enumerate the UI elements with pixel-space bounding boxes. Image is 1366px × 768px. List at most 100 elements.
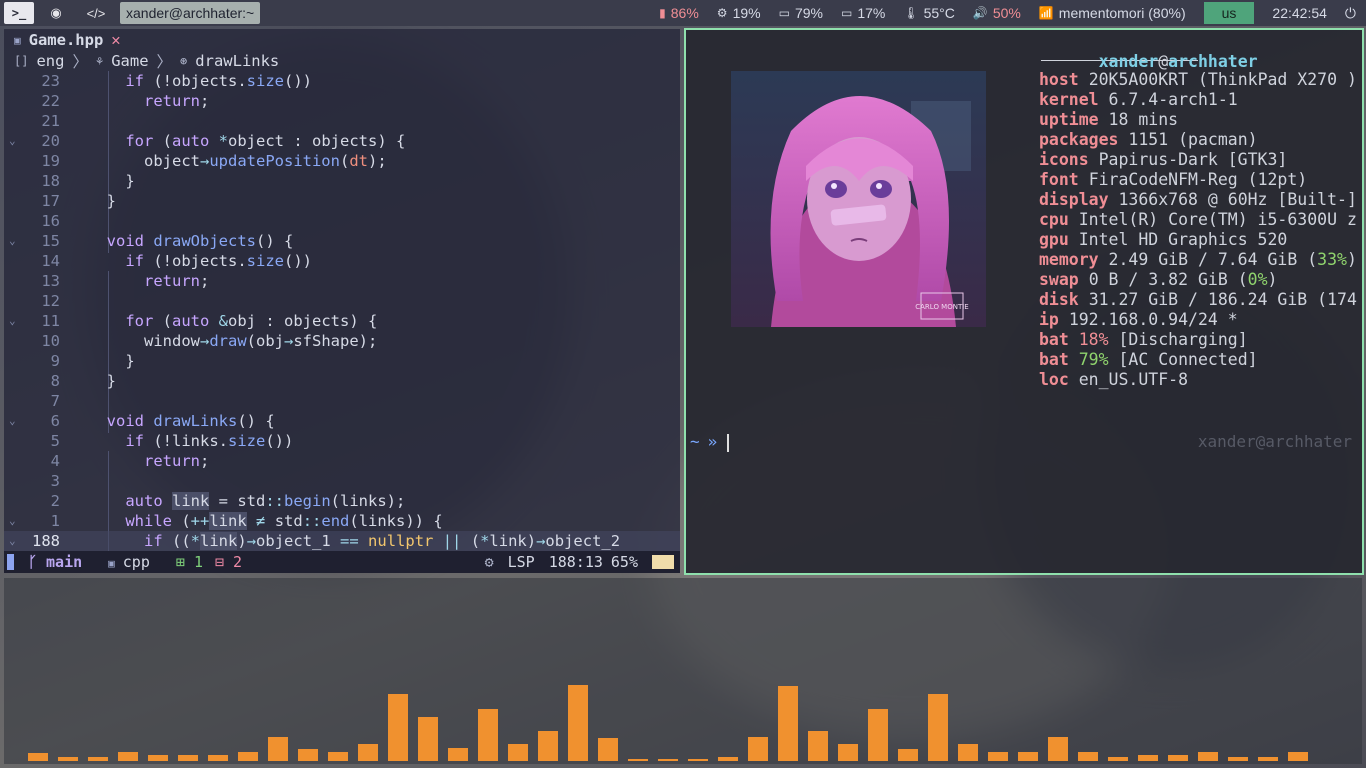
shell-prompt[interactable]: ~» [690,432,730,452]
stat-value: 19% [732,5,761,21]
info-key: disk [1039,290,1079,309]
line-number: 11 [41,312,60,330]
editor-window[interactable]: ▣ Game.hpp ✕ [] eng 〉 ⚘ Game 〉 ⊛ drawLin… [4,29,680,573]
visualizer-bar [88,757,108,761]
line-number: 13 [41,272,60,290]
fold-chevron-icon[interactable]: ⌄ [9,531,16,551]
fold-chevron-icon[interactable]: ⌄ [9,511,16,531]
stat-wifi[interactable]: 📶 mementomori (80%) [1039,5,1186,21]
stat-memory[interactable]: ▮ 86% [659,5,699,21]
info-key: loc [1039,370,1069,389]
fold-chevron-icon[interactable]: ⌄ [9,131,16,151]
fold-chevron-icon[interactable]: ⌄ [9,231,16,251]
current-code-line[interactable]: ⌄ 188 if ((*link)→object_1 == nullptr || … [4,531,680,551]
info-value: en_US.UTF-8 [1078,370,1189,389]
code-line[interactable]: ⌄ 15 void drawObjects() { [4,231,680,251]
stat-temperature[interactable]: 🌡 55°C [903,5,955,21]
visualizer-bar [1288,752,1308,761]
visualizer-bar [838,744,858,761]
window-title[interactable]: xander@archhater:~ [120,2,261,24]
code-line[interactable]: ⌄ 6 void drawLinks() { [4,411,680,431]
code-line[interactable]: 5 if (!links.size()) [4,431,680,451]
visualizer-bar [1048,737,1068,761]
line-number: 9 [50,352,60,370]
code-text: return; [144,92,210,110]
code-line[interactable]: 21 [4,111,680,131]
code-line[interactable]: 10 window→draw(obj→sfShape); [4,331,680,351]
power-icon[interactable]: ⏻ [1345,5,1356,22]
code-line[interactable]: 18 } [4,171,680,191]
info-row-uptime: uptime 18 mins [1039,110,1364,130]
stat-volume[interactable]: 🔊 50% [973,5,1021,21]
stat-battery2[interactable]: ▭ 17% [841,5,885,21]
code-text: while (++link ≠ std::end(links)) { [125,512,443,530]
info-key: font [1039,170,1079,189]
info-row-packages: packages 1151 (pacman) [1039,130,1364,150]
code-line[interactable]: 17 } [4,191,680,211]
code-line[interactable]: 14 if (!objects.size()) [4,251,680,271]
info-key: host [1039,70,1079,89]
stat-cpu[interactable]: ⚙ 19% [717,5,761,21]
code-line[interactable]: ⌄ 11 for (auto &obj : objects) { [4,311,680,331]
code-line[interactable]: 8 } [4,371,680,391]
code-line[interactable]: ⌄ 1 while (++link ≠ std::end(links)) { [4,511,680,531]
code-line[interactable]: 22 return; [4,91,680,111]
code-text: for (auto &obj : objects) { [125,312,378,330]
code-area[interactable]: 23 if (!objects.size()) 22 return; 21 ⌄ 20 f… [4,71,680,553]
thermometer-icon: 🌡 [903,6,919,20]
battery-icon: ▭ [840,6,853,20]
code-line[interactable]: 19 object→updatePosition(dt); [4,151,680,171]
code-line[interactable]: 7 [4,391,680,411]
battery-icon: ▭ [778,6,790,20]
fold-chevron-icon[interactable]: ⌄ [9,411,16,431]
terminal-window[interactable]: CARLO MONTIE xander@archhater host 20K5A… [684,28,1364,575]
info-row-ip: ip 192.168.0.94/24 * [1039,310,1364,330]
code-line[interactable]: 9 } [4,351,680,371]
stat-value: 86% [670,5,699,21]
info-row-kernel: kernel 6.7.4-arch1-1 [1039,90,1364,110]
ascii-art-image: CARLO MONTIE [731,71,986,327]
terminal-launcher-icon[interactable]: >_ [4,2,34,24]
browser-icon[interactable]: ◉ [38,2,74,24]
breadcrumb-item[interactable]: eng [36,52,64,70]
audio-visualizer [4,578,1362,764]
code-line[interactable]: 12 [4,291,680,311]
visualizer-bar [568,685,588,761]
info-key: display [1039,190,1109,209]
code-text: } [88,352,135,370]
code-editor-icon[interactable]: </> [78,2,114,24]
keyboard-layout[interactable]: us [1203,2,1255,24]
info-value: 2.49 GiB / 7.64 GiB ( [1108,250,1318,269]
visualizer-bar [328,752,348,761]
code-line[interactable]: 4 return; [4,451,680,471]
info-value: 31.27 GiB / 186.24 GiB (174 [1088,290,1357,309]
info-row-disk: disk 31.27 GiB / 186.24 GiB (174 [1039,290,1364,310]
line-number: 1 [50,512,60,530]
fold-chevron-icon[interactable]: ⌄ [9,311,16,331]
code-line[interactable]: ⌄ 20 for (auto *object : objects) { [4,131,680,151]
visualizer-bar [1228,757,1248,761]
line-number: 15 [41,232,60,250]
tab-game-hpp[interactable]: Game.hpp [29,31,104,49]
info-percent: 0% [1247,270,1268,289]
file-icon: ▣ [108,557,115,570]
breadcrumb-item[interactable]: drawLinks [195,52,279,70]
code-line[interactable]: 3 [4,471,680,491]
code-line[interactable]: 2 auto link = std::begin(links); [4,491,680,511]
status-area: ▮ 86% ⚙ 19% ▭ 79% ▭ 17% 🌡 55°C 🔊 50% 📶 mementomori (8… [659,0,1366,26]
line-number: 10 [41,332,60,350]
code-line[interactable]: 23 if (!objects.size()) [4,71,680,91]
breadcrumb-item[interactable]: Game [111,52,148,70]
info-key: bat [1039,350,1069,369]
visualizer-bar [178,755,198,761]
visualizer-bar [1138,755,1158,761]
namespace-icon: [] [14,54,29,68]
code-line[interactable]: 16 [4,211,680,231]
visualizer-bar [478,709,498,761]
stat-battery1[interactable]: ▭ 79% [779,5,823,21]
header-file-icon: ▣ [14,33,21,47]
code-line[interactable]: 13 return; [4,271,680,291]
close-icon[interactable]: ✕ [111,31,120,49]
visualizer-bar [898,749,918,761]
info-key: packages [1039,130,1119,149]
